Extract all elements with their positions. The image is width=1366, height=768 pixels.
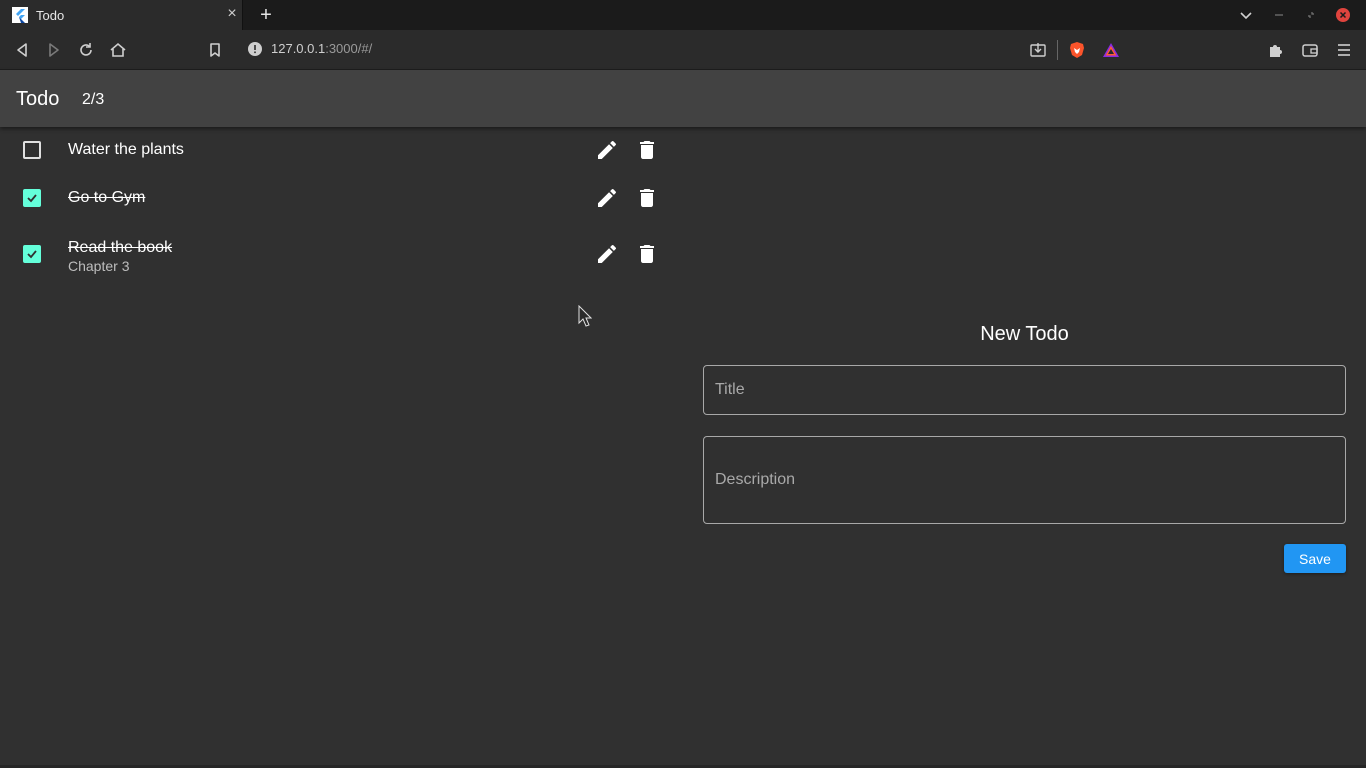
todo-item: Water the plants <box>0 131 680 171</box>
url-host: 127.0.0.1 <box>271 41 326 56</box>
url-path: :3000/#/ <box>325 41 373 56</box>
tab-close-icon[interactable]: × <box>224 6 240 22</box>
todo-checkbox-checked[interactable] <box>23 189 41 207</box>
browser-tab-strip: Todo × + <box>0 0 1366 30</box>
app-title: Todo <box>16 88 60 110</box>
restore-icon[interactable] <box>1303 7 1319 23</box>
forward-icon[interactable] <box>44 40 64 60</box>
flutter-favicon-icon <box>12 7 28 23</box>
edit-icon[interactable] <box>595 138 619 162</box>
edit-icon[interactable] <box>595 186 619 210</box>
edit-icon[interactable] <box>595 242 619 266</box>
todo-checkbox[interactable] <box>23 141 41 159</box>
todo-title: Read the book <box>68 239 173 256</box>
site-info-icon[interactable] <box>247 41 263 57</box>
todo-title: Go to Gym <box>68 189 146 206</box>
home-icon[interactable] <box>108 40 128 60</box>
reload-icon[interactable] <box>76 40 96 60</box>
browser-tab[interactable]: Todo × <box>0 0 243 30</box>
tab-search-chevron-icon[interactable] <box>1238 7 1254 23</box>
extensions-icon[interactable] <box>1266 40 1286 60</box>
install-app-icon[interactable] <box>1028 40 1048 60</box>
todo-checkbox-checked[interactable] <box>23 245 41 263</box>
bookmark-icon[interactable] <box>205 40 225 60</box>
delete-icon[interactable] <box>635 186 659 210</box>
browser-toolbar: 127.0.0.1:3000/#/ <box>0 30 1366 70</box>
wallet-icon[interactable] <box>1300 40 1320 60</box>
app-bar: Todo 2/3 <box>0 70 1366 127</box>
mouse-cursor-icon <box>578 304 593 327</box>
form-heading: New Todo <box>980 323 1069 345</box>
menu-icon[interactable] <box>1334 40 1354 60</box>
new-tab-icon[interactable]: + <box>256 5 276 25</box>
delete-icon[interactable] <box>635 138 659 162</box>
todo-item: Go to Gym <box>0 179 680 219</box>
back-icon[interactable] <box>12 40 32 60</box>
brave-shields-icon[interactable] <box>1067 40 1087 60</box>
toolbar-separator <box>1057 40 1058 60</box>
delete-icon[interactable] <box>635 242 659 266</box>
tab-title: Todo <box>36 8 65 23</box>
brave-rewards-icon[interactable] <box>1101 40 1121 60</box>
save-button[interactable]: Save <box>1284 544 1346 573</box>
completed-count: 2/3 <box>82 91 105 108</box>
todo-item: Read the book Chapter 3 <box>0 228 680 280</box>
title-input[interactable] <box>703 365 1346 415</box>
close-window-icon[interactable] <box>1335 7 1351 23</box>
todo-description: Chapter 3 <box>68 258 130 274</box>
description-input[interactable] <box>703 436 1346 524</box>
todo-title: Water the plants <box>68 141 184 158</box>
minimize-icon[interactable] <box>1271 7 1287 23</box>
address-bar[interactable]: 127.0.0.1:3000/#/ <box>271 41 372 56</box>
